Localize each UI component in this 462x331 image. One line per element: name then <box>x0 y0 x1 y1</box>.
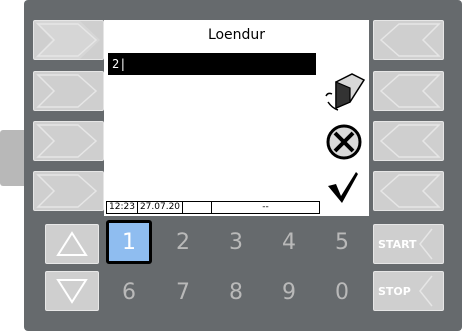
chevron-right-icon <box>36 124 98 158</box>
chevron-left-icon <box>379 124 441 158</box>
chevron-left-icon <box>379 23 441 57</box>
side-tab <box>0 130 24 186</box>
chevron-left-icon <box>419 275 433 307</box>
key-6[interactable]: 6 <box>106 270 152 314</box>
key-8[interactable]: 8 <box>213 270 259 314</box>
status-bar: 12:23 27.07.20 -- <box>106 201 320 214</box>
key-2[interactable]: 2 <box>160 220 206 264</box>
down-button[interactable] <box>45 271 99 311</box>
key-9[interactable]: 9 <box>266 270 312 314</box>
left-softkey-2[interactable] <box>33 71 104 111</box>
status-time: 12:23 <box>107 202 138 213</box>
page-title: Loendur <box>207 27 266 43</box>
down-arrow-icon <box>56 279 88 304</box>
key-3[interactable]: 3 <box>213 220 259 264</box>
display-screen: Loendur 2| 12:23 27.07.20 -- <box>104 20 369 216</box>
right-softkey-2[interactable] <box>373 71 444 111</box>
right-softkey-1[interactable] <box>373 20 444 60</box>
stop-button[interactable]: STOP <box>373 271 444 311</box>
cancel-icon[interactable] <box>324 123 364 161</box>
chevron-right-icon <box>34 21 100 59</box>
left-softkey-3[interactable] <box>33 121 104 161</box>
checkmark-icon[interactable] <box>326 170 360 204</box>
chevron-right-icon <box>36 74 98 108</box>
start-button[interactable]: START <box>373 224 444 264</box>
chevron-left-icon <box>379 74 441 108</box>
chevron-right-icon <box>36 174 98 208</box>
status-field-4: -- <box>262 202 269 212</box>
key-4[interactable]: 4 <box>266 220 312 264</box>
chevron-left-icon <box>419 228 433 260</box>
key-0[interactable]: 0 <box>319 270 365 314</box>
up-arrow-icon <box>56 231 88 256</box>
left-softkey-1[interactable] <box>33 20 104 60</box>
status-field-3 <box>183 202 213 213</box>
up-button[interactable] <box>45 224 99 264</box>
eraser-icon[interactable] <box>322 72 368 114</box>
chevron-left-icon <box>379 174 441 208</box>
key-7[interactable]: 7 <box>160 270 206 314</box>
key-5[interactable]: 5 <box>319 220 365 264</box>
counter-input[interactable]: 2| <box>108 53 316 75</box>
left-softkey-4[interactable] <box>33 171 104 211</box>
status-date: 27.07.20 <box>138 202 184 213</box>
right-softkey-3[interactable] <box>373 121 444 161</box>
right-softkey-4[interactable] <box>373 171 444 211</box>
key-1[interactable]: 1 <box>106 220 152 264</box>
